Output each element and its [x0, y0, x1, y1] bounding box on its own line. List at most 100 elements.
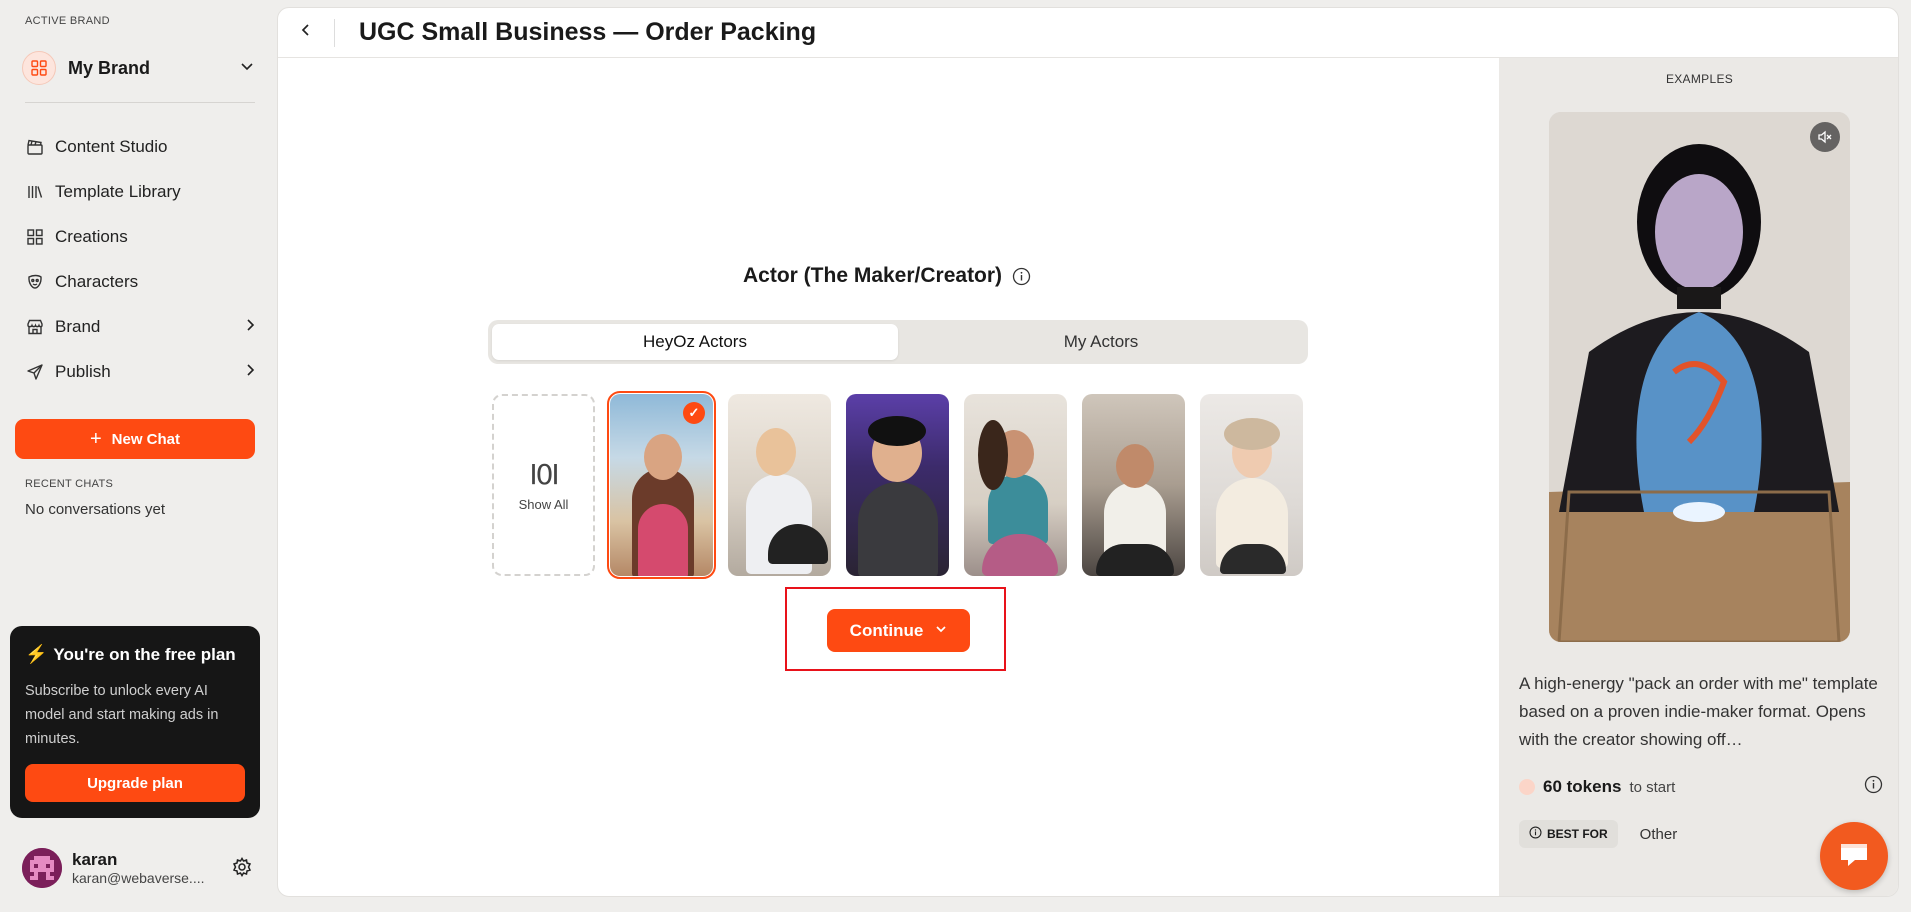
divider [25, 102, 255, 103]
info-icon[interactable] [1012, 267, 1031, 286]
send-icon [25, 362, 45, 382]
sidebar-item-publish[interactable]: Publish [25, 349, 257, 394]
brand-name: My Brand [68, 57, 151, 78]
best-for-label: BEST FOR [1547, 827, 1608, 841]
recent-chats-empty: No conversations yet [25, 501, 166, 518]
actor-list: I0I Show All ✓ [492, 391, 1303, 579]
actor-card-1[interactable]: ✓ [607, 391, 716, 579]
chevron-down-icon [935, 623, 947, 638]
actor-face [1116, 444, 1154, 488]
grid-icon [25, 227, 45, 247]
page-title: UGC Small Business — Order Packing [359, 18, 817, 46]
best-for-badge: BEST FOR [1519, 820, 1618, 848]
examples-panel: EXAMPLES A high-energy "pack an order wi… [1499, 58, 1898, 896]
actor-figure [638, 504, 688, 576]
example-description: A high-energy "pack an order with me" te… [1519, 674, 1878, 749]
upgrade-plan-button[interactable]: Upgrade plan [25, 764, 245, 802]
actor-face [756, 428, 796, 476]
best-for-row: BEST FOR Other [1519, 820, 1677, 848]
tokens-count: 60 tokens [1543, 777, 1622, 796]
actor-figure [858, 482, 938, 576]
token-icon [1519, 779, 1535, 795]
plus-icon: + [89, 427, 102, 450]
user-profile[interactable]: karan karan@webaverse.... [22, 846, 254, 890]
brand-grid-icon [22, 51, 56, 85]
main-panel: UGC Small Business — Order Packing Actor… [277, 7, 1899, 897]
actor-hair [868, 416, 926, 446]
continue-highlight: Continue [785, 587, 1006, 671]
actor-source-tabs: HeyOz Actors My Actors [488, 320, 1308, 364]
plan-title-row: ⚡ You're on the free plan [25, 644, 245, 665]
chevron-right-icon [243, 317, 257, 337]
active-brand-label: ACTIVE BRAND [25, 15, 110, 27]
sidebar-item-creations[interactable]: Creations [25, 214, 257, 259]
sidebar-item-label: Brand [55, 316, 101, 336]
chevron-left-icon [299, 23, 313, 42]
mute-icon[interactable] [1810, 122, 1840, 152]
info-icon [1529, 826, 1542, 842]
gear-icon[interactable] [232, 857, 254, 879]
sidebar-item-label: Template Library [55, 181, 181, 201]
step-title-row: Actor (The Maker/Creator) [743, 264, 1031, 288]
tokens-suffix: to start [1629, 778, 1676, 796]
info-icon[interactable] [1864, 775, 1883, 799]
avatar [22, 848, 62, 888]
sidebar-item-content-studio[interactable]: Content Studio [25, 124, 257, 169]
actor-step: Actor (The Maker/Creator) HeyOz Actors M… [278, 58, 1498, 896]
sidebar: ACTIVE BRAND My Brand Content Studio Tem… [0, 0, 270, 912]
recent-chats-label: RECENT CHATS [25, 478, 114, 490]
store-icon [25, 317, 45, 337]
sidebar-item-characters[interactable]: Characters [25, 259, 257, 304]
mask-icon [25, 272, 45, 292]
user-email: karan@webaverse.... [72, 870, 205, 886]
sidebar-nav: Content Studio Template Library Creation… [25, 124, 257, 394]
user-text: karan karan@webaverse.... [72, 850, 232, 886]
sidebar-item-label: Creations [55, 226, 128, 246]
best-for-value: Other [1639, 825, 1678, 843]
examples-label: EXAMPLES [1665, 72, 1734, 86]
tab-my-actors[interactable]: My Actors [898, 324, 1304, 360]
user-name: karan [72, 850, 118, 869]
continue-button[interactable]: Continue [827, 609, 970, 652]
continue-label: Continue [849, 620, 924, 640]
actor-hair [1224, 418, 1280, 450]
chevron-right-icon [243, 362, 257, 382]
sidebar-item-brand[interactable]: Brand [25, 304, 257, 349]
chat-bubble-icon [1837, 837, 1871, 876]
sidebar-item-label: Characters [55, 271, 139, 291]
actor-card-5[interactable] [1082, 394, 1185, 576]
plan-description: Subscribe to unlock every AI model and s… [25, 683, 219, 747]
brand-selector[interactable]: My Brand [22, 50, 254, 86]
show-all-label: Show All [518, 497, 569, 512]
clapperboard-icon [25, 137, 45, 157]
plan-card: ⚡ You're on the free plan Subscribe to u… [10, 626, 260, 818]
tokens-row: 60 tokens to start [1519, 775, 1883, 799]
sidebar-item-template-library[interactable]: Template Library [25, 169, 257, 214]
show-all-button[interactable]: I0I Show All [492, 394, 595, 576]
actor-card-6[interactable] [1200, 394, 1303, 576]
sidebar-item-label: Publish [55, 361, 111, 381]
chevron-down-icon [240, 59, 254, 78]
actor-card-2[interactable] [728, 394, 831, 576]
plan-title: You're on the free plan [53, 644, 236, 664]
sidebar-item-label: Content Studio [55, 136, 168, 156]
example-video-frame [1549, 112, 1850, 642]
checkmark-icon: ✓ [683, 402, 705, 424]
actor-card-4[interactable] [964, 394, 1067, 576]
example-video[interactable] [1549, 112, 1850, 642]
back-button[interactable] [278, 8, 334, 58]
top-bar: UGC Small Business — Order Packing [278, 8, 1898, 58]
carousel-icon: I0I [529, 458, 559, 491]
actor-card-3[interactable] [846, 394, 949, 576]
actor-face [644, 434, 682, 480]
chat-support-button[interactable] [1820, 822, 1888, 890]
actor-figure [1096, 544, 1174, 576]
divider [334, 18, 335, 47]
actor-hair [978, 420, 1008, 490]
library-icon [25, 182, 45, 202]
new-chat-label: New Chat [111, 430, 181, 448]
new-chat-button[interactable]: + New Chat [15, 419, 255, 459]
lightning-icon: ⚡ [25, 644, 48, 664]
step-title: Actor (The Maker/Creator) [743, 264, 1003, 287]
tab-heyoz-actors[interactable]: HeyOz Actors [492, 324, 898, 360]
